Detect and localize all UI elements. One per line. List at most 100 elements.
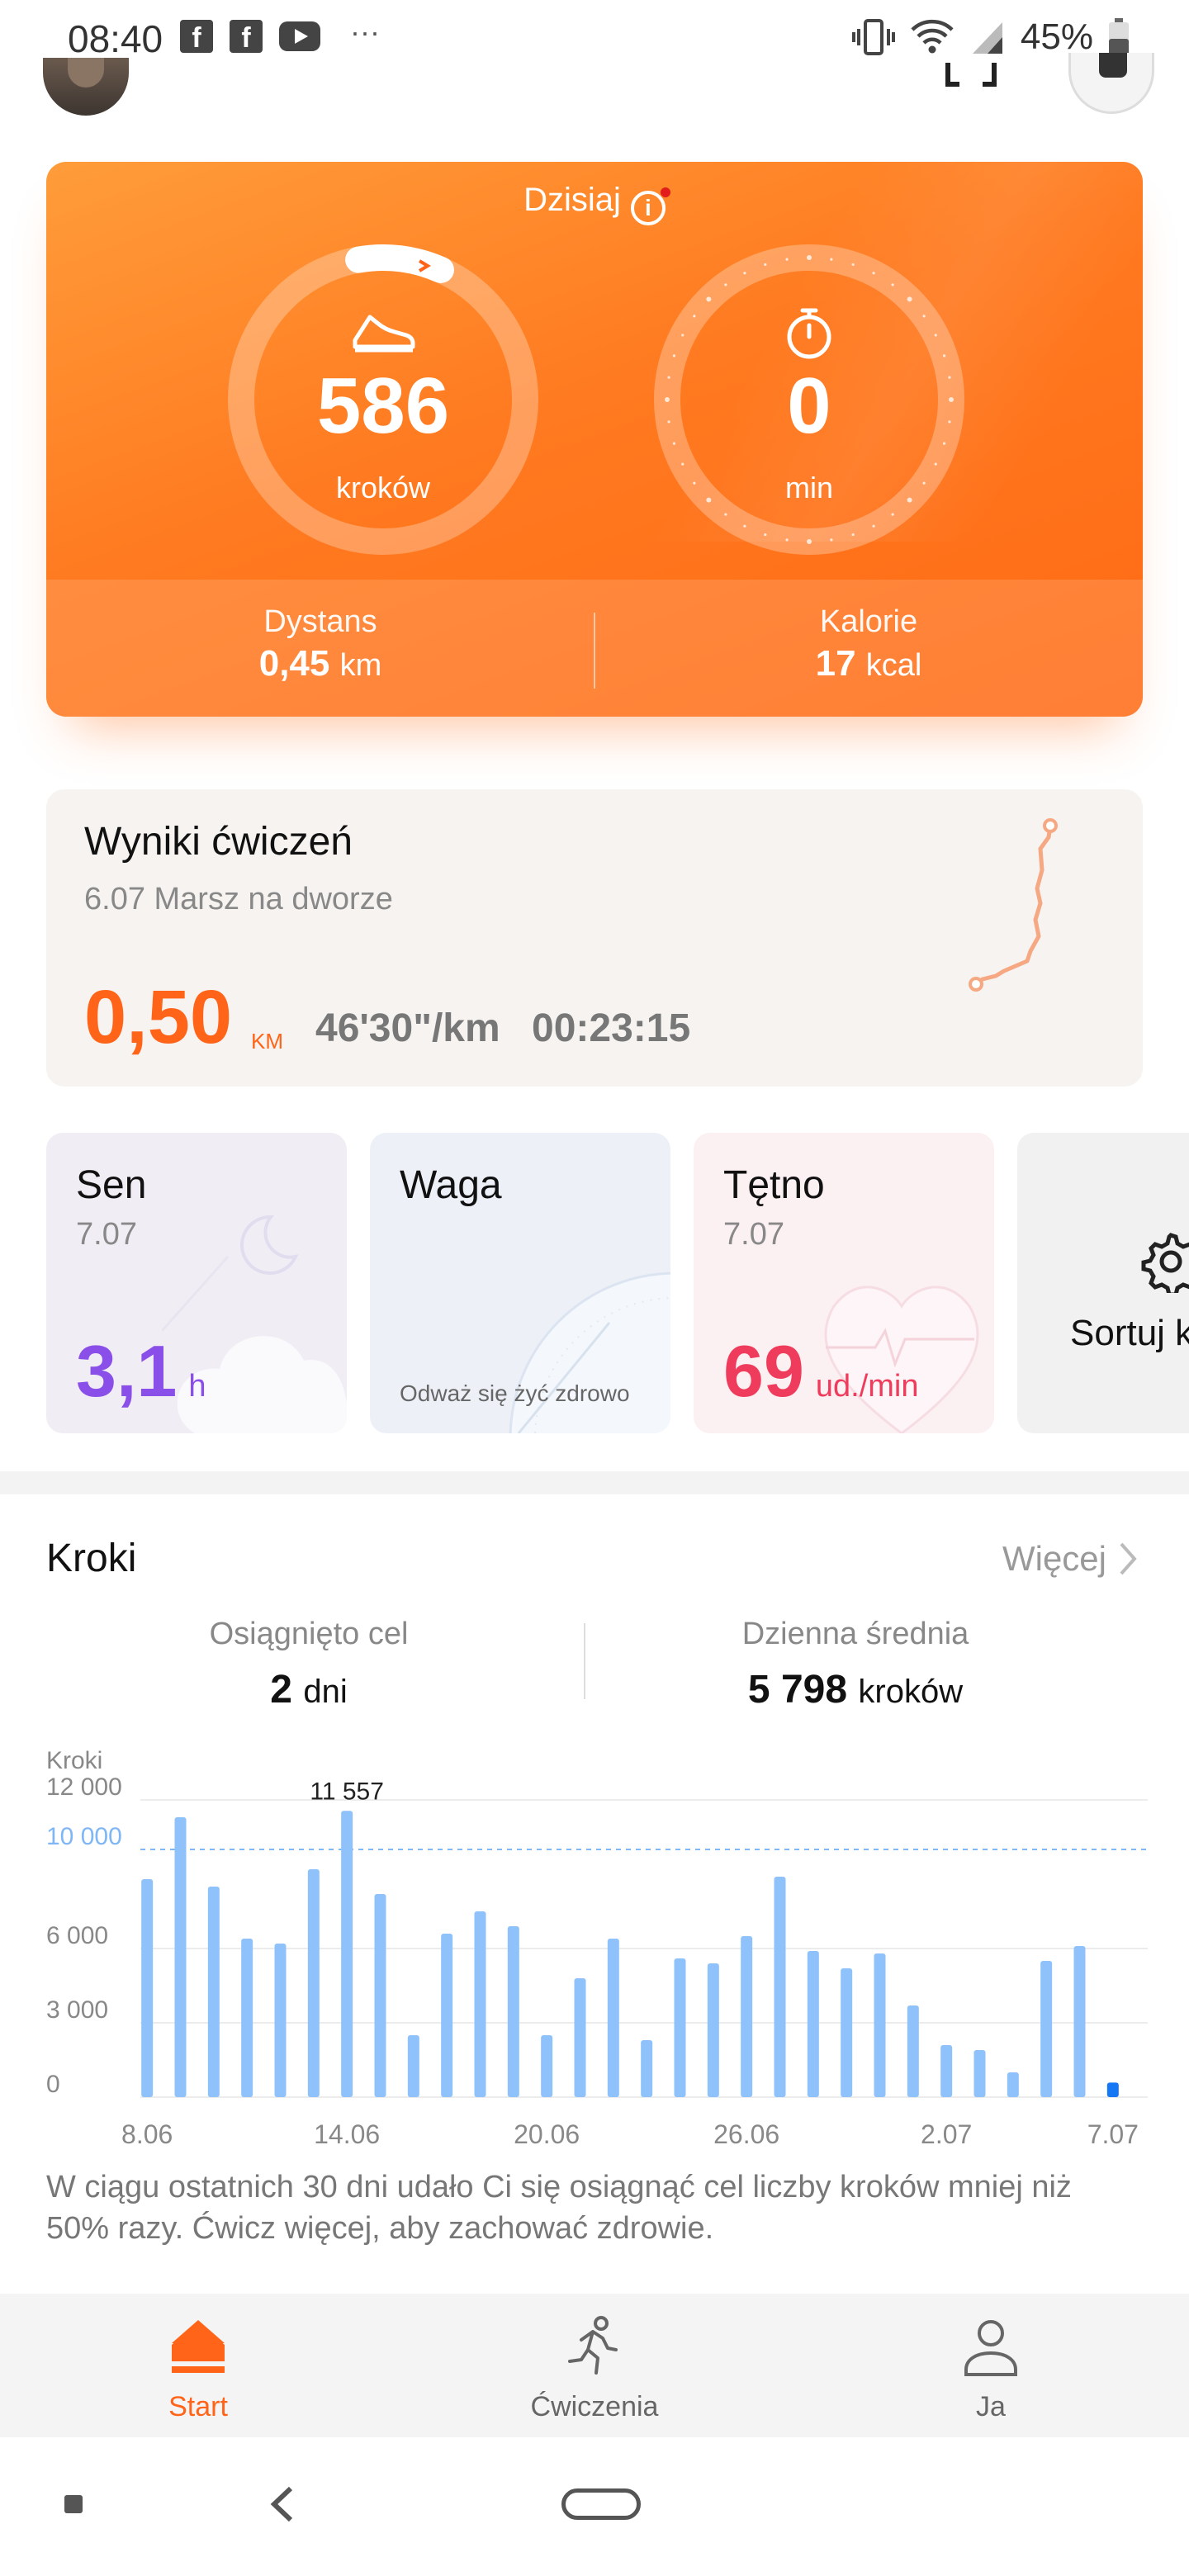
- bar-1.07: [907, 2005, 919, 2097]
- bar-18.06: [474, 1911, 486, 2097]
- bar-22.06: [607, 1939, 619, 2097]
- distance-unit: km: [339, 648, 382, 683]
- steps-ring[interactable]: 586 kroków: [225, 241, 542, 558]
- heart-rate-value: 69: [723, 1330, 804, 1412]
- distance-label: Dystans: [263, 604, 377, 639]
- bar-4.07: [1007, 2072, 1019, 2097]
- weight-card[interactable]: Waga Odważ się żyć zdrowo: [370, 1133, 670, 1433]
- stopwatch-icon: [787, 308, 831, 359]
- status-time: 08:40: [68, 17, 163, 60]
- today-label: Dzisiaj: [523, 182, 621, 218]
- scan-icon[interactable]: [945, 63, 997, 96]
- active-time-unit: min: [784, 471, 833, 504]
- bar-19.06: [507, 1926, 519, 2097]
- sleep-unit: h: [188, 1369, 206, 1404]
- nav-item-me[interactable]: Ja: [867, 2315, 1115, 2423]
- bar-8.06: [141, 1879, 154, 2097]
- bar-6.07: [1073, 1946, 1086, 2097]
- nav-item-start[interactable]: Start: [74, 2315, 322, 2423]
- heart-rate-card[interactable]: Tętno 7.07 69 ud./min: [694, 1133, 994, 1433]
- bar-9.06: [174, 1817, 187, 2097]
- calories-unit: kcal: [865, 648, 922, 683]
- x-tick-label: 8.06: [121, 2119, 173, 2149]
- today-summary-card[interactable]: Dzisiaj i 586 kroków 0 min Dystans 0,45 k…: [46, 162, 1143, 717]
- workout-distance: 0,50: [84, 975, 233, 1059]
- goal-reached-label: Osiągnięto cel: [209, 1617, 409, 1651]
- shoe-icon: [353, 315, 415, 353]
- nav-label-me: Ja: [976, 2391, 1006, 2422]
- notification-dot: [660, 187, 670, 197]
- calories-label: Kalorie: [819, 604, 918, 639]
- daily-average-unit: kroków: [858, 1674, 964, 1710]
- active-time-value: 0: [787, 362, 831, 450]
- bar-24.06: [674, 1958, 686, 2097]
- battery-icon: [1109, 18, 1129, 55]
- system-navigation-bar: [0, 2437, 1189, 2576]
- notification-icons: f f: [180, 20, 320, 54]
- x-tick-label: 14.06: [314, 2119, 380, 2149]
- distance-value: 0,45: [258, 643, 330, 684]
- x-tick-label: 7.07: [1087, 2119, 1139, 2149]
- active-time-ring[interactable]: 0 min: [651, 241, 968, 558]
- bar-23.06: [641, 2040, 653, 2097]
- steps-unit: kroków: [335, 471, 431, 504]
- section-separator: [0, 1471, 1189, 1494]
- steps-value: 586: [316, 362, 450, 450]
- vibrate-icon: [851, 19, 895, 55]
- bar-17.06: [441, 1934, 453, 2097]
- sleep-card[interactable]: Sen 7.07 3,1 h: [46, 1133, 347, 1433]
- heart-rate-title: Tętno: [723, 1163, 825, 1207]
- youtube-icon: [279, 21, 320, 51]
- heart-rate-unit: ud./min: [815, 1369, 919, 1404]
- more-steps-link[interactable]: Więcej: [1002, 1539, 1138, 1579]
- steps-section-title: Kroki: [46, 1537, 137, 1580]
- workout-subtitle: 6.07 Marsz na dworze: [84, 882, 393, 916]
- y-axis-title: Kroki: [46, 1750, 102, 1774]
- sort-cards-card[interactable]: Sortuj k: [1017, 1133, 1189, 1433]
- nav-item-exercise[interactable]: Ćwiczenia: [471, 2315, 718, 2423]
- weight-title: Waga: [400, 1163, 502, 1207]
- y-tick-label: 6 000: [46, 1922, 108, 1949]
- bar-12.06: [274, 1944, 287, 2097]
- daily-average-label: Dzienna średnia: [741, 1617, 969, 1651]
- goal-reached-stat: Osiągnięto cel 2 dni: [36, 1617, 581, 1712]
- back-button[interactable]: [266, 2484, 299, 2525]
- workout-title: Wyniki ćwiczeń: [84, 820, 353, 864]
- workout-results-card[interactable]: Wyniki ćwiczeń 6.07 Marsz na dworze 0,50…: [46, 789, 1143, 1087]
- workout-distance-unit: KM: [251, 1029, 283, 1054]
- bar-10.06: [207, 1887, 220, 2097]
- goal-reached-value: 2: [270, 1668, 292, 1712]
- bar-2.07: [940, 2045, 953, 2097]
- heart-rate-date: 7.07: [723, 1217, 784, 1252]
- system-status: 45%: [851, 17, 1130, 58]
- recent-apps-button[interactable]: [64, 2495, 83, 2513]
- bar-25.06: [707, 1963, 719, 2097]
- nav-label-exercise: Ćwiczenia: [530, 2391, 659, 2422]
- x-tick-label: 20.06: [514, 2119, 580, 2149]
- info-icon[interactable]: i: [630, 187, 670, 225]
- bar-3.07: [973, 2050, 986, 2097]
- watch-device-icon[interactable]: [1068, 53, 1154, 114]
- distance-metric: Dystans 0,45 km: [46, 604, 594, 684]
- y-tick-label: 0: [46, 2071, 60, 2098]
- route-map-thumbnail: [969, 818, 1058, 992]
- bar-20.06: [541, 2035, 553, 2097]
- facebook-icon: f: [180, 20, 213, 54]
- battery-percent: 45%: [1020, 17, 1093, 57]
- status-bar: 08:40 f f ··· 45%: [0, 0, 1189, 79]
- sort-label: Sortuj k: [1070, 1313, 1189, 1353]
- bar-11.06: [241, 1939, 253, 2097]
- workout-pace: 46'30"/km: [315, 1006, 500, 1050]
- home-button[interactable]: [561, 2488, 641, 2520]
- steps-bar-chart[interactable]: Kroki12 000 6 000 3 000 0 10 000 11 557 8.06 14…: [33, 1750, 1156, 2155]
- bar-21.06: [574, 1978, 586, 2097]
- y-tick-label: 12 000: [46, 1773, 122, 1801]
- more-label: Więcej: [1002, 1539, 1106, 1578]
- calories-metric: Kalorie 17 kcal: [594, 604, 1143, 684]
- chevron-right-icon: [1120, 1542, 1137, 1575]
- bar-7.07: [1106, 2082, 1119, 2097]
- home-icon: [172, 2320, 225, 2373]
- sleep-date: 7.07: [76, 1217, 137, 1252]
- person-icon: [964, 2320, 1017, 2376]
- user-avatar[interactable]: [43, 58, 129, 116]
